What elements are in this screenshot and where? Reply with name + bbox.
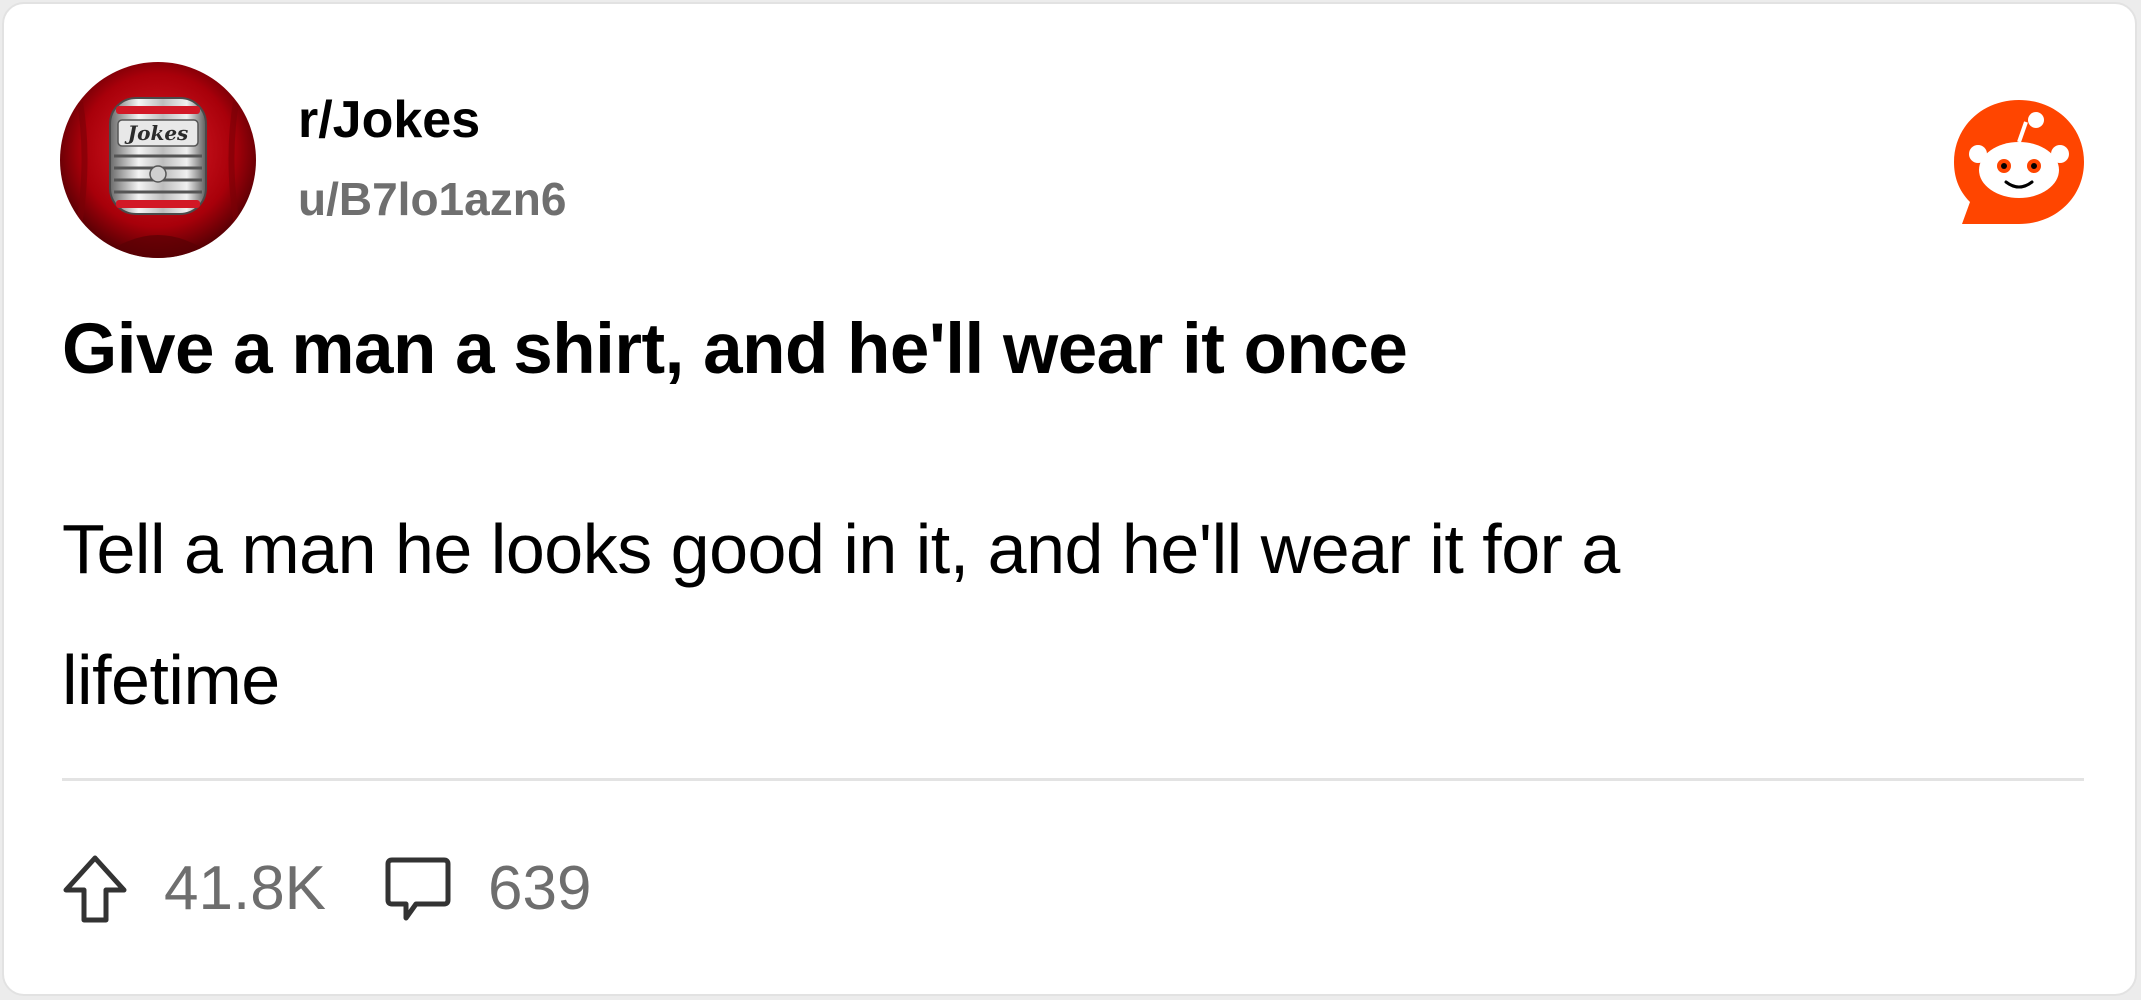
author-username[interactable]: u/B7lo1azn6	[298, 176, 566, 222]
upvote-button[interactable]: 41.8K	[62, 854, 326, 924]
svg-text:Jokes: Jokes	[124, 121, 189, 145]
reddit-snoo-icon[interactable]	[1948, 96, 2090, 232]
comment-count: 639	[488, 854, 592, 923]
microphone-icon: Jokes	[60, 62, 256, 258]
comments-button[interactable]: 639	[384, 854, 591, 924]
divider	[62, 778, 2084, 781]
upvote-arrow-icon	[62, 854, 128, 924]
post-card: Jokes r/Jokes u/B7lo1azn6 Give a man a s…	[2, 2, 2137, 996]
post-body-line: lifetime	[62, 641, 280, 719]
post-body: Tell a man he looks good in it, and he'l…	[62, 484, 1982, 746]
comment-bubble-icon	[384, 854, 452, 924]
post-body-line: Tell a man he looks good in it, and he'l…	[62, 510, 1620, 588]
post-stats: 41.8K 639	[62, 849, 591, 929]
upvote-count: 41.8K	[164, 854, 327, 923]
subreddit-name[interactable]: r/Jokes	[298, 94, 480, 146]
subreddit-avatar[interactable]: Jokes	[60, 62, 256, 258]
post-title: Give a man a shirt, and he'll wear it on…	[62, 310, 1408, 389]
